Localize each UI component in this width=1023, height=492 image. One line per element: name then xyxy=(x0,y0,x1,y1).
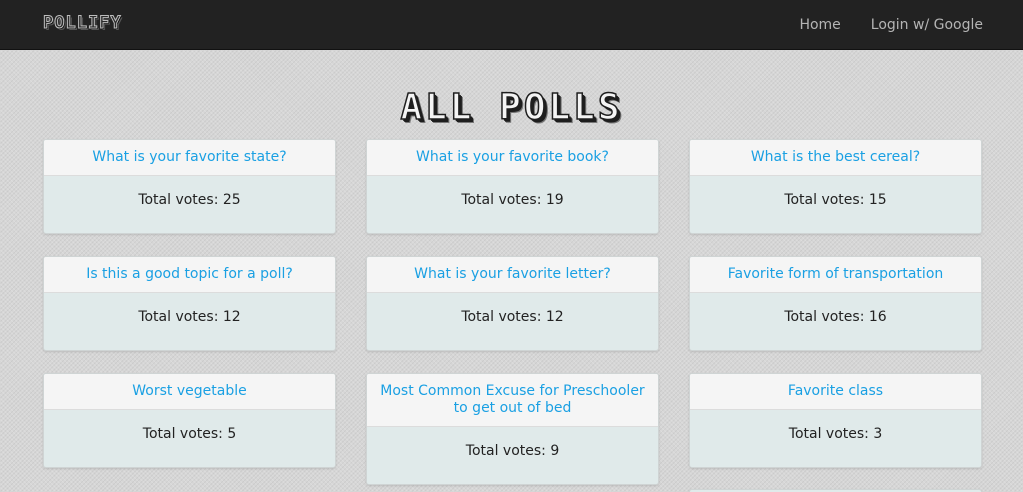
poll-card[interactable]: What is your favorite letter? Total vote… xyxy=(366,256,659,351)
poll-vote-count: Total votes: 15 xyxy=(784,192,887,208)
poll-question-link[interactable]: What is the best cereal? xyxy=(690,140,981,176)
poll-card[interactable]: Favorite form of transportation Total vo… xyxy=(689,256,982,351)
nav-login-google-link[interactable]: Login w/ Google xyxy=(871,17,983,33)
nav-home-link[interactable]: Home xyxy=(799,17,840,33)
poll-vote-count: Total votes: 25 xyxy=(138,192,241,208)
poll-card[interactable]: What is your favorite book? Total votes:… xyxy=(366,139,659,234)
poll-vote-count: Total votes: 3 xyxy=(788,426,883,442)
poll-vote-count: Total votes: 19 xyxy=(461,192,564,208)
page-title: ALL POLLS xyxy=(400,86,623,129)
poll-question-link[interactable]: What is your favorite book? xyxy=(367,140,658,176)
poll-question-link[interactable]: Most Common Excuse for Preschooler to ge… xyxy=(367,374,658,427)
poll-card[interactable]: Worst vegetable Total votes: 5 xyxy=(43,373,336,468)
poll-question-link[interactable]: What is your favorite state? xyxy=(44,140,335,176)
poll-card[interactable]: What is your favorite state? Total votes… xyxy=(43,139,336,234)
poll-question-link[interactable]: Favorite class xyxy=(690,374,981,410)
poll-card[interactable]: Favorite class Total votes: 3 xyxy=(689,373,982,468)
poll-card[interactable]: Most Common Excuse for Preschooler to ge… xyxy=(366,373,659,485)
navbar: POLLIFY Home Login w/ Google xyxy=(0,0,1023,50)
poll-vote-count: Total votes: 16 xyxy=(784,309,887,325)
poll-card[interactable]: Is this a good topic for a poll? Total v… xyxy=(43,256,336,351)
poll-vote-count: Total votes: 9 xyxy=(465,443,560,459)
poll-vote-count: Total votes: 12 xyxy=(138,309,241,325)
poll-question-link[interactable]: What is your favorite letter? xyxy=(367,257,658,293)
poll-question-link[interactable]: Worst vegetable xyxy=(44,374,335,410)
poll-question-link[interactable]: Is this a good topic for a poll? xyxy=(44,257,335,293)
nav-links: Home Login w/ Google xyxy=(769,0,983,49)
poll-vote-count: Total votes: 12 xyxy=(461,309,564,325)
poll-card[interactable]: What is the best cereal? Total votes: 15 xyxy=(689,139,982,234)
poll-vote-count: Total votes: 5 xyxy=(142,426,237,442)
poll-question-link[interactable]: Favorite form of transportation xyxy=(690,257,981,293)
brand-logo[interactable]: POLLIFY xyxy=(43,13,122,34)
